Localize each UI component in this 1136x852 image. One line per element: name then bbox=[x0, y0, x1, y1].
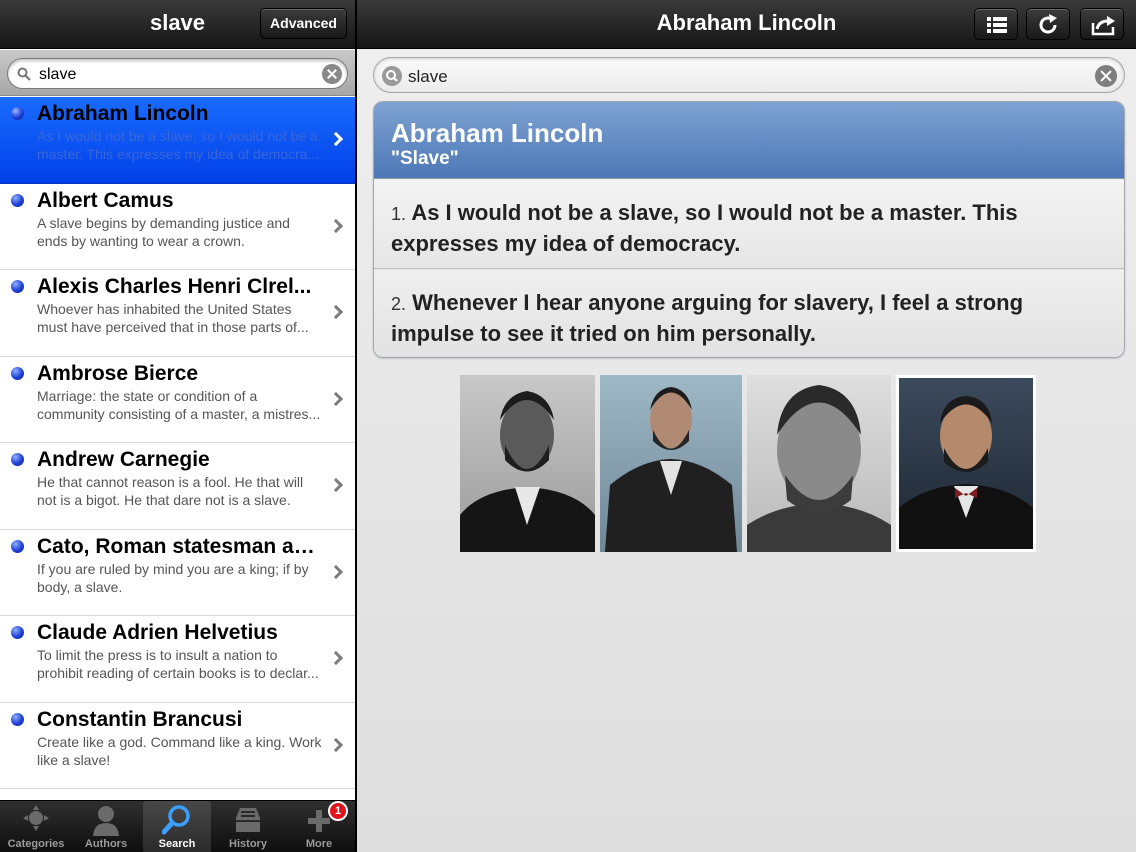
share-button[interactable] bbox=[1080, 8, 1124, 40]
bullet-icon bbox=[11, 193, 24, 207]
search-icon bbox=[162, 805, 190, 835]
tab-label: History bbox=[229, 838, 267, 850]
author-photos bbox=[460, 375, 1040, 553]
history-icon bbox=[236, 808, 260, 832]
list-item-quote: Marriage: the state or condition of a com… bbox=[37, 387, 321, 422]
list-item[interactable]: Albert Camus A slave begins by demanding… bbox=[0, 183, 355, 270]
quote-card-header: Abraham Lincoln "Slave" bbox=[374, 102, 1124, 179]
tab-label: More bbox=[305, 838, 333, 850]
chevron-right-icon bbox=[328, 650, 344, 666]
tab-more[interactable]: 1 More bbox=[285, 801, 353, 852]
advanced-button[interactable]: Advanced bbox=[260, 8, 347, 39]
search-icon bbox=[17, 67, 31, 81]
left-search-input[interactable]: slave bbox=[7, 58, 348, 89]
list-item-author: Ambrose Bierce bbox=[37, 361, 199, 385]
list-item[interactable]: Abraham Lincoln As I would not be a slav… bbox=[0, 97, 355, 184]
left-search-bar: slave bbox=[0, 50, 355, 96]
tab-history[interactable]: History bbox=[214, 801, 282, 852]
list-item-quote: A slave begins by demanding justice and e… bbox=[37, 214, 290, 249]
refresh-button[interactable] bbox=[1026, 8, 1070, 40]
detail-search-input[interactable]: slave bbox=[373, 57, 1125, 93]
bullet-icon bbox=[11, 366, 24, 380]
list-item-quote: To limit the press is to insult a nation… bbox=[37, 647, 319, 681]
bullet-icon bbox=[11, 280, 24, 293]
list-item[interactable]: Ambrose Bierce Marriage: the state or co… bbox=[0, 356, 355, 443]
quote-row[interactable]: 1. As I would not be a slave, so I would… bbox=[374, 180, 1124, 269]
detail-title: Abraham Lincoln bbox=[656, 10, 837, 35]
list-item-quote: Whoever has inhabited the United States m… bbox=[37, 301, 309, 335]
list-item-author: Albert Camus bbox=[37, 188, 174, 212]
author-photo[interactable] bbox=[747, 375, 891, 552]
list-button[interactable] bbox=[974, 8, 1018, 40]
list-item-author: Constantin Brancusi bbox=[37, 707, 243, 731]
list-item-quote: If you are ruled by mind you are a king;… bbox=[37, 560, 309, 595]
list-icon bbox=[987, 17, 1007, 33]
author-photo[interactable] bbox=[460, 375, 595, 552]
list-item-quote: As I would not be a slave, so I would no… bbox=[37, 128, 320, 162]
chevron-right-icon bbox=[328, 477, 344, 493]
refresh-icon bbox=[1039, 14, 1057, 34]
list-item-author: Abraham Lincoln bbox=[37, 102, 209, 125]
chevron-right-icon bbox=[328, 564, 344, 579]
list-item-author: Alexis Charles Henri Clrel... bbox=[37, 275, 312, 298]
quote-row[interactable]: 2. Whenever I hear anyone arguing for sl… bbox=[374, 270, 1124, 357]
detail-search-value: slave bbox=[408, 67, 448, 86]
chevron-right-icon bbox=[328, 131, 344, 147]
chevron-right-icon bbox=[328, 737, 344, 752]
bullet-icon bbox=[11, 626, 24, 639]
results-list: Abraham Lincoln As I would not be a slav… bbox=[0, 97, 355, 800]
tab-bar: Categories Authors Search History 1 More bbox=[0, 800, 355, 852]
search-icon bbox=[382, 66, 402, 86]
list-item-author: Andrew Carnegie bbox=[37, 448, 210, 471]
tab-label: Authors bbox=[84, 838, 128, 850]
list-item[interactable]: Alexis Charles Henri Clrel... Whoever ha… bbox=[0, 270, 355, 357]
right-navbar: Abraham Lincoln bbox=[357, 0, 1136, 49]
left-pane: slave Advanced slave Abraham Lincoln As … bbox=[0, 0, 355, 852]
quote-card: Abraham Lincoln "Slave" 1. As I would no… bbox=[373, 101, 1125, 358]
tab-label: Search bbox=[158, 838, 196, 850]
quote-card-term: "Slave" bbox=[391, 148, 459, 169]
bullet-icon bbox=[11, 107, 24, 120]
list-item[interactable]: Andrew Carnegie He that cannot reason is… bbox=[0, 443, 355, 530]
tab-label: Categories bbox=[7, 838, 65, 850]
list-item-author: Claude Adrien Helvetius bbox=[37, 621, 278, 644]
categories-icon bbox=[23, 805, 49, 831]
list-item[interactable]: Claude Adrien Helvetius To limit the pre… bbox=[0, 616, 355, 703]
list-item-quote: He that cannot reason is a fool. He that… bbox=[37, 474, 304, 508]
chevron-right-icon bbox=[328, 218, 344, 233]
clear-search-icon[interactable] bbox=[322, 64, 342, 84]
author-photo[interactable] bbox=[896, 375, 1036, 552]
tab-authors[interactable]: Authors bbox=[72, 801, 140, 852]
chevron-right-icon bbox=[328, 304, 344, 320]
tab-categories[interactable]: Categories bbox=[2, 801, 70, 852]
quote-text: 2. Whenever I hear anyone arguing for sl… bbox=[391, 290, 1024, 346]
list-item[interactable]: Cato, Roman statesman an... If you are r… bbox=[0, 529, 355, 616]
tab-search[interactable]: Search bbox=[143, 801, 211, 852]
author-photo[interactable] bbox=[600, 375, 742, 552]
bullet-icon bbox=[11, 712, 24, 726]
list-item-quote: Create like a god. Command like a king. … bbox=[37, 733, 322, 768]
clear-search-icon[interactable] bbox=[1095, 65, 1117, 87]
list-item[interactable]: Constantin Brancusi Create like a god. C… bbox=[0, 702, 355, 789]
notification-badge: 1 bbox=[328, 801, 348, 821]
share-icon bbox=[1091, 16, 1115, 36]
bullet-icon bbox=[11, 539, 24, 553]
chevron-right-icon bbox=[328, 391, 344, 406]
bullet-icon bbox=[11, 453, 24, 466]
authors-icon bbox=[93, 806, 119, 836]
quote-card-author: Abraham Lincoln bbox=[391, 118, 604, 148]
right-pane: Abraham Lincoln slave Abraham Lincoln "S… bbox=[357, 0, 1136, 852]
left-navbar: slave Advanced bbox=[0, 0, 355, 49]
quote-text: 1. As I would not be a slave, so I would… bbox=[391, 200, 1018, 256]
list-item-author: Cato, Roman statesman an... bbox=[37, 534, 323, 558]
left-search-value: slave bbox=[39, 66, 77, 83]
